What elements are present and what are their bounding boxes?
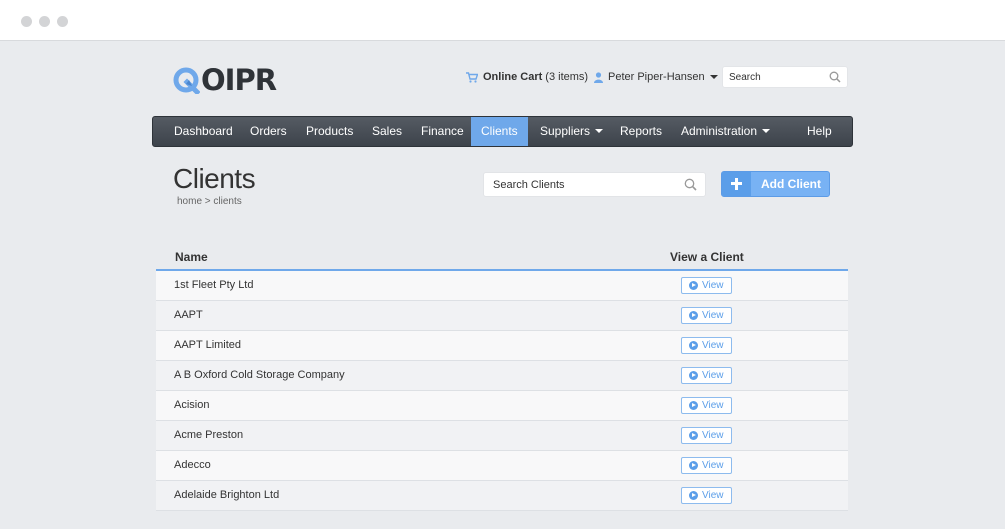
logo-q-mark-icon — [173, 67, 200, 94]
add-client-button[interactable]: Add Client — [721, 171, 830, 197]
view-client-button[interactable]: View — [681, 427, 732, 444]
chevron-down-icon — [709, 75, 718, 79]
table-row: Adelaide Brighton Ltd View — [156, 481, 848, 511]
nav-item-finance[interactable]: Finance — [421, 117, 464, 146]
view-client-button[interactable]: View — [681, 397, 732, 414]
user-icon — [594, 71, 603, 83]
cart-icon — [466, 71, 478, 83]
client-name: Acme Preston — [174, 429, 244, 441]
cart-label: Online Cart — [483, 71, 543, 83]
plus-icon — [722, 172, 751, 196]
arrow-circle-right-icon — [689, 311, 698, 320]
view-label: View — [702, 430, 724, 441]
nav-item-help[interactable]: Help — [807, 117, 832, 146]
search-icon[interactable] — [684, 178, 697, 191]
client-name: AAPT Limited — [174, 339, 242, 351]
client-name: 1st Fleet Pty Ltd — [174, 279, 254, 291]
view-client-button[interactable]: View — [681, 277, 732, 294]
column-header-name[interactable]: Name — [175, 250, 208, 264]
table-row: Acme Preston View — [156, 421, 848, 451]
breadcrumb[interactable]: home > clients — [177, 196, 242, 207]
table-row: Adecco View — [156, 451, 848, 481]
header-search[interactable] — [722, 66, 848, 88]
nav-item-orders[interactable]: Orders — [250, 117, 287, 146]
view-label: View — [702, 340, 724, 351]
arrow-circle-right-icon — [689, 401, 698, 410]
nav-item-suppliers-label: Suppliers — [540, 124, 591, 138]
window-maximize-dot-icon[interactable] — [57, 16, 68, 27]
user-menu[interactable]: Peter Piper-Hansen — [594, 70, 718, 84]
arrow-circle-right-icon — [689, 431, 698, 440]
view-client-button[interactable]: View — [681, 307, 732, 324]
nav-item-dashboard[interactable]: Dashboard — [174, 117, 233, 146]
table-row: AAPT Limited View — [156, 331, 848, 361]
client-name: AAPT — [174, 309, 203, 321]
view-label: View — [702, 400, 724, 411]
arrow-circle-right-icon — [689, 341, 698, 350]
view-client-button[interactable]: View — [681, 487, 732, 504]
main-navbar: Dashboard Orders Products Sales Finance … — [152, 116, 853, 147]
view-label: View — [702, 490, 724, 501]
add-client-label: Add Client — [761, 177, 821, 191]
table-row: AAPT View — [156, 301, 848, 331]
arrow-circle-right-icon — [689, 371, 698, 380]
nav-item-administration[interactable]: Administration — [681, 117, 771, 146]
arrow-circle-right-icon — [689, 491, 698, 500]
window-minimize-dot-icon[interactable] — [39, 16, 50, 27]
cart-items-count: (3 items) — [545, 71, 589, 83]
window-titlebar — [0, 0, 1005, 41]
view-client-button[interactable]: View — [681, 457, 732, 474]
nav-item-products[interactable]: Products — [306, 117, 353, 146]
nav-item-reports[interactable]: Reports — [620, 117, 662, 146]
page-title: Clients — [173, 163, 256, 194]
client-search[interactable] — [483, 172, 706, 197]
arrow-circle-right-icon — [689, 461, 698, 470]
view-client-button[interactable]: View — [681, 337, 732, 354]
client-name: Adecco — [174, 459, 211, 471]
user-name: Peter Piper-Hansen — [608, 71, 705, 83]
view-label: View — [702, 310, 724, 321]
online-cart-link[interactable]: Online Cart (3 items) — [466, 70, 588, 84]
client-name: A B Oxford Cold Storage Company — [174, 369, 345, 381]
table-row: A B Oxford Cold Storage Company View — [156, 361, 848, 391]
header-search-input[interactable] — [729, 71, 825, 84]
nav-item-sales[interactable]: Sales — [372, 117, 402, 146]
chevron-down-icon — [762, 128, 771, 133]
nav-item-administration-label: Administration — [681, 124, 758, 138]
table-body: 1st Fleet Pty Ltd View AAPT View AAPT Li… — [156, 271, 848, 511]
table-row: Acision View — [156, 391, 848, 421]
view-label: View — [702, 280, 724, 291]
view-client-button[interactable]: View — [681, 367, 732, 384]
client-name: Acision — [174, 399, 210, 411]
view-label: View — [702, 460, 724, 471]
column-header-view: View a Client — [670, 250, 744, 264]
client-name: Adelaide Brighton Ltd — [174, 489, 280, 501]
client-search-input[interactable] — [493, 178, 673, 192]
arrow-circle-right-icon — [689, 281, 698, 290]
nav-item-suppliers[interactable]: Suppliers — [540, 117, 604, 146]
view-label: View — [702, 370, 724, 381]
clients-table: Name View a Client 1st Fleet Pty Ltd Vie… — [156, 244, 848, 511]
table-header: Name View a Client — [156, 244, 848, 271]
table-row: 1st Fleet Pty Ltd View — [156, 271, 848, 301]
search-icon[interactable] — [829, 71, 841, 83]
logo-text: OIPR — [201, 63, 277, 97]
window-close-dot-icon[interactable] — [21, 16, 32, 27]
logo[interactable]: OIPR — [172, 63, 277, 97]
nav-item-clients[interactable]: Clients — [471, 117, 528, 146]
chevron-down-icon — [595, 128, 604, 133]
